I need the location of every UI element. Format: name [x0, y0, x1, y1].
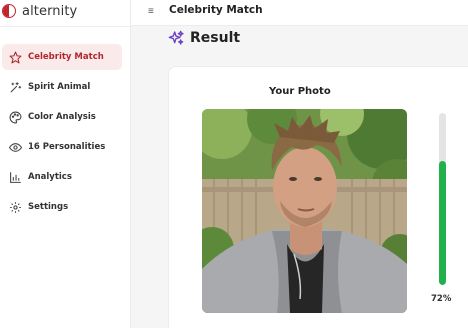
- page-title: Celebrity Match: [169, 4, 263, 16]
- sidebar-item-label: 16 Personalities: [28, 142, 106, 152]
- match-progress-bar: [439, 113, 446, 285]
- gear-icon: [8, 200, 22, 214]
- match-percent-label: 72%: [431, 294, 452, 304]
- app-logo[interactable]: alternity: [2, 2, 77, 20]
- star-icon: [8, 50, 22, 64]
- sidebar-item-spirit-animal[interactable]: Spirit Animal: [2, 74, 122, 100]
- logo-text: alternity: [22, 3, 78, 19]
- sidebar-item-label: Color Analysis: [28, 112, 96, 122]
- sidebar-item-label: Celebrity Match: [28, 52, 104, 62]
- sidebar-item-label: Settings: [28, 202, 69, 212]
- sidebar-item-label: Spirit Animal: [28, 82, 91, 92]
- palette-icon: [8, 110, 22, 124]
- sidebar: alternity Celebrity Match Spirit Animal …: [0, 0, 131, 328]
- sidebar-item-color-analysis[interactable]: Color Analysis: [2, 104, 122, 130]
- eye-icon: [8, 140, 22, 154]
- sidebar-item-settings[interactable]: Settings: [2, 194, 122, 220]
- sidebar-item-celebrity-match[interactable]: Celebrity Match: [2, 44, 122, 70]
- user-photo: [202, 109, 407, 313]
- sparkle-tool-icon: [8, 80, 22, 94]
- result-card: Your Photo 72%: [168, 66, 468, 328]
- sparkles-icon: [168, 30, 184, 46]
- result-heading: Result: [168, 30, 240, 46]
- logo-mark-icon: [2, 4, 16, 18]
- hamburger-icon[interactable]: ≡: [148, 6, 154, 17]
- sidebar-item-16-personalities[interactable]: 16 Personalities: [2, 134, 122, 160]
- sidebar-divider: [0, 26, 131, 27]
- photo-label: Your Photo: [269, 86, 331, 97]
- result-title: Result: [190, 30, 241, 46]
- top-bar: ≡ Celebrity Match: [131, 0, 468, 26]
- sidebar-item-analytics[interactable]: Analytics: [2, 164, 122, 190]
- match-progress-fill: [439, 161, 446, 285]
- bar-chart-icon: [8, 170, 22, 184]
- sidebar-item-label: Analytics: [28, 172, 72, 182]
